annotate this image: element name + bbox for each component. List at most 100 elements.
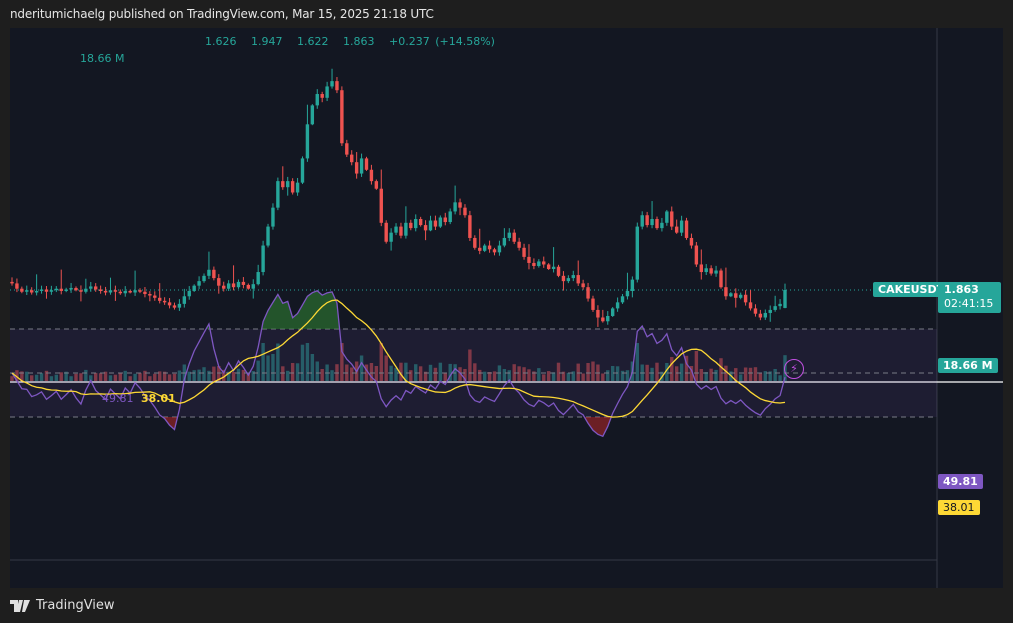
candle-body [44,289,49,292]
candle-body [601,317,605,322]
chart-area[interactable]: 1.626 1.947 1.622 1.863 +0.237 (+14.58%)… [10,28,1003,588]
candle-body [315,94,319,106]
candle-body [532,262,536,266]
candle-body [148,294,152,296]
candle-body [463,207,467,216]
candle-body [379,188,383,223]
candle-body [59,288,63,291]
candle-body [261,245,265,273]
candle-body [54,288,59,291]
candle-body [138,290,142,292]
candle-body [103,290,108,293]
candle-body [359,158,364,174]
footer-brand[interactable]: TradingView [10,598,115,613]
candle-body [295,182,300,193]
candle-body [699,264,703,273]
candle-body [236,281,241,288]
candle-body [458,202,462,208]
candle-body [542,261,546,265]
bar-countdown: 02:41:15 [944,297,994,310]
candle-body [350,154,354,163]
candle-body [561,275,566,282]
rsi-axis-label: 49.81 [938,474,983,489]
candle-body [276,181,280,208]
candle-body [551,266,556,270]
candle-body [635,226,639,280]
candle-body [709,268,713,274]
candle-body [473,237,477,248]
candle-body [418,219,423,226]
candle-body [202,275,206,282]
candle-body [98,289,103,291]
legend-low: 1.622 [297,35,329,48]
candle-body [118,291,123,294]
candle-body [428,220,433,231]
candle-body [222,285,226,289]
chart-canvas[interactable] [10,28,1003,588]
candle-body [537,261,541,266]
lightning-icon[interactable]: ⚡ [784,359,804,379]
candle-body [566,278,571,282]
candle-body [487,245,492,250]
candle-body [650,219,654,226]
candle-body [409,222,413,229]
candle-body [325,86,329,98]
candle-body [108,290,113,293]
candle-body [591,298,595,310]
candle-body [556,266,561,276]
candle-body [286,181,290,188]
candle-body [596,309,600,318]
candle-body [763,312,768,318]
rsi-value: 49.81 [102,392,134,405]
candle-body [300,158,305,183]
candle-body [369,169,374,182]
candle-body [310,105,315,125]
candle-body [645,215,649,226]
candle-body [729,293,733,297]
candle-body [34,290,39,293]
candle-body [25,290,29,292]
candle-body [674,226,679,233]
candle-body [320,94,324,98]
candle-body [758,313,763,318]
candle-body [615,302,620,309]
rsi-ma-axis-label: 38.01 [938,500,980,515]
candle-body [753,308,758,314]
candle-body [743,294,748,303]
candle-body [271,207,275,227]
candle-body [364,158,369,170]
footer-brand-label: TradingView [36,598,115,613]
candle-body [143,291,147,295]
candle-body [630,279,635,291]
candle-body [606,315,610,322]
candle-body [197,281,201,286]
rsi-ma-value: 38.01 [141,392,176,405]
legend-change: +0.237 (+14.58%) [389,35,495,48]
candle-body [497,245,502,253]
candle-body [182,296,187,304]
candle-body [10,281,14,284]
candle-body [29,290,34,293]
candle-body [133,290,137,293]
candle-body [251,284,255,289]
candle-body [719,270,723,288]
candle-body [69,287,73,290]
candle-body [778,303,782,307]
candle-body [187,290,191,297]
candle-body [670,211,674,227]
volume-axis-label: 18.66 M [938,358,998,373]
legend-open: 1.626 [205,35,237,48]
last-price: 1.863 [944,283,979,296]
candle-body [15,283,19,289]
candle-body [192,285,196,291]
candle-body [414,219,418,229]
candle-body [389,232,393,242]
candle-body [20,288,24,292]
candle-body [340,90,344,144]
candle-body [478,247,482,251]
candle-body [305,124,310,159]
candle-body [640,215,644,227]
candle-body [231,283,236,288]
candle-body [507,232,511,238]
candle-body [281,181,285,188]
